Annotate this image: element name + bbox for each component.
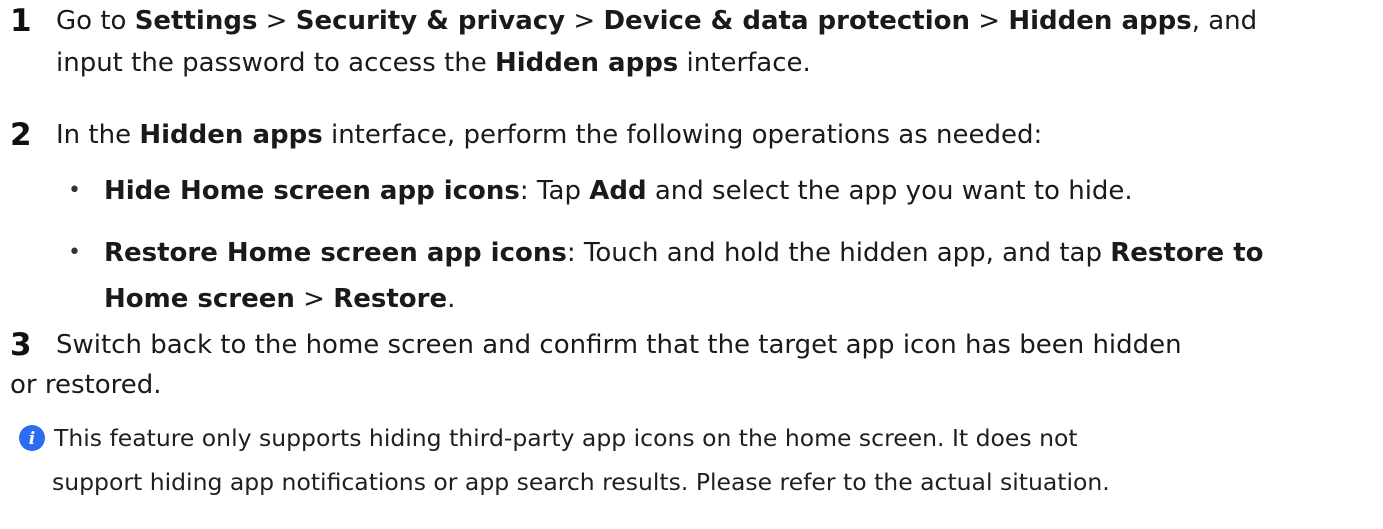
bullet-dot: • xyxy=(68,178,81,203)
step-number: 3 xyxy=(10,327,32,363)
text-run: In the xyxy=(56,120,140,150)
note-text-line-1: This feature only supports hiding third-… xyxy=(54,424,1078,452)
bold-ui-term: Restore to xyxy=(1110,238,1264,268)
bullet-text-line: Restore Home screen app icons: Touch and… xyxy=(104,230,1374,276)
bullet-dot: • xyxy=(68,240,81,265)
text-run: > xyxy=(565,6,604,36)
bold-ui-term: Security & privacy xyxy=(295,6,566,36)
text-run: and select the app you want to hide. xyxy=(646,176,1133,206)
bullet-text-line: Hide Home screen app icons: Tap Add and … xyxy=(104,168,1374,214)
text-run: input the password to access the xyxy=(56,48,495,78)
text-run: , and xyxy=(1191,6,1258,36)
bold-ui-term: Hidden apps xyxy=(139,120,323,150)
text-run: > xyxy=(257,6,296,36)
text-run: > xyxy=(294,284,334,314)
step-text-line: or restored. xyxy=(10,366,1310,404)
text-run: . xyxy=(447,284,456,314)
bold-ui-term: Restore Home screen app icons xyxy=(104,238,567,268)
bullet-text-line: Home screen > Restore. xyxy=(104,276,1374,322)
step-text-line: input the password to access the Hidden … xyxy=(56,44,1356,82)
bold-ui-term: Hidden apps xyxy=(1008,6,1192,36)
text-run: : Touch and hold the hidden app, and tap xyxy=(566,238,1111,268)
text-run: interface. xyxy=(678,48,811,78)
bold-ui-term: Device & data protection xyxy=(603,6,971,36)
step-text-line: In the Hidden apps interface, perform th… xyxy=(56,116,1356,154)
step-text-line: Switch back to the home screen and confi… xyxy=(56,326,1356,364)
text-run: : Tap xyxy=(519,176,590,206)
bold-ui-term: Home screen xyxy=(104,284,295,314)
text-run: Switch back to the home screen and confi… xyxy=(56,330,1182,360)
bold-ui-term: Settings xyxy=(134,6,258,36)
text-run: > xyxy=(970,6,1009,36)
svg-text:i: i xyxy=(29,429,35,449)
text-run: interface, perform the following operati… xyxy=(322,120,1043,150)
bold-ui-term: Hide Home screen app icons xyxy=(104,176,520,206)
bold-ui-term: Hidden apps xyxy=(494,48,679,78)
note-text-line-2: support hiding app notifications or app … xyxy=(52,468,1110,496)
instruction-document: 1 Go to Settings > Security & privacy > … xyxy=(0,0,1383,529)
info-icon: i xyxy=(19,425,45,451)
step-number: 1 xyxy=(10,3,32,39)
bold-ui-term: Add xyxy=(589,176,647,206)
step-number: 2 xyxy=(10,117,32,153)
step-text-line: Go to Settings > Security & privacy > De… xyxy=(56,2,1356,40)
text-run: or restored. xyxy=(10,370,162,400)
text-run: Go to xyxy=(56,6,135,36)
bold-ui-term: Restore xyxy=(333,284,448,314)
